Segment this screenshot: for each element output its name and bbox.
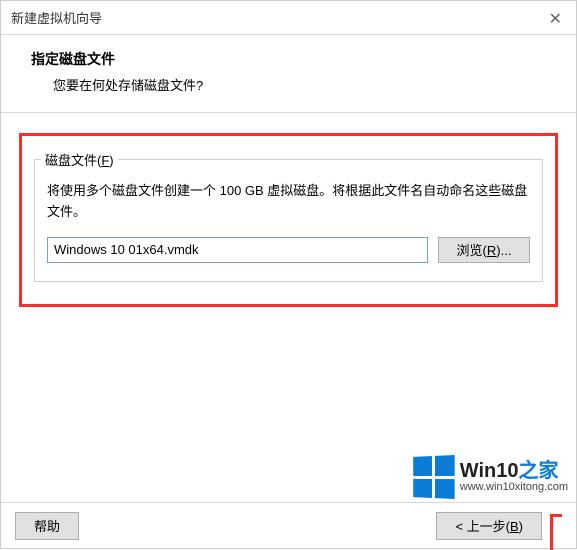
windows-logo-icon	[413, 455, 454, 499]
watermark: Win10之家 www.win10xitong.com	[412, 456, 568, 498]
disk-file-description: 将使用多个磁盘文件创建一个 100 GB 虚拟磁盘。将根据此文件名自动命名这些磁…	[47, 181, 530, 223]
page-subtitle: 您要在何处存储磁盘文件?	[53, 75, 546, 94]
close-icon[interactable]: ✕	[549, 9, 562, 29]
wizard-header: 指定磁盘文件 您要在何处存储磁盘文件?	[1, 35, 576, 113]
next-button-highlight-edge	[550, 514, 562, 550]
disk-file-group: 磁盘文件(F) 将使用多个磁盘文件创建一个 100 GB 虚拟磁盘。将根据此文件…	[34, 150, 543, 282]
wizard-body: 磁盘文件(F) 将使用多个磁盘文件创建一个 100 GB 虚拟磁盘。将根据此文件…	[1, 113, 576, 327]
disk-file-legend: 磁盘文件(F)	[41, 150, 118, 169]
help-button[interactable]: 帮助	[15, 512, 79, 540]
highlight-region: 磁盘文件(F) 将使用多个磁盘文件创建一个 100 GB 虚拟磁盘。将根据此文件…	[19, 133, 558, 307]
disk-file-input[interactable]	[47, 237, 428, 263]
watermark-brand: Win10之家	[460, 461, 568, 482]
watermark-url: www.win10xitong.com	[460, 482, 568, 494]
wizard-button-bar: 帮助 < 上一步(B)	[1, 502, 576, 548]
browse-button[interactable]: 浏览(R)...	[438, 237, 530, 263]
file-input-row: 浏览(R)...	[47, 237, 530, 263]
titlebar: 新建虚拟机向导 ✕	[1, 1, 576, 35]
back-button[interactable]: < 上一步(B)	[436, 512, 542, 540]
page-title: 指定磁盘文件	[31, 49, 546, 69]
window-title: 新建虚拟机向导	[11, 8, 102, 27]
